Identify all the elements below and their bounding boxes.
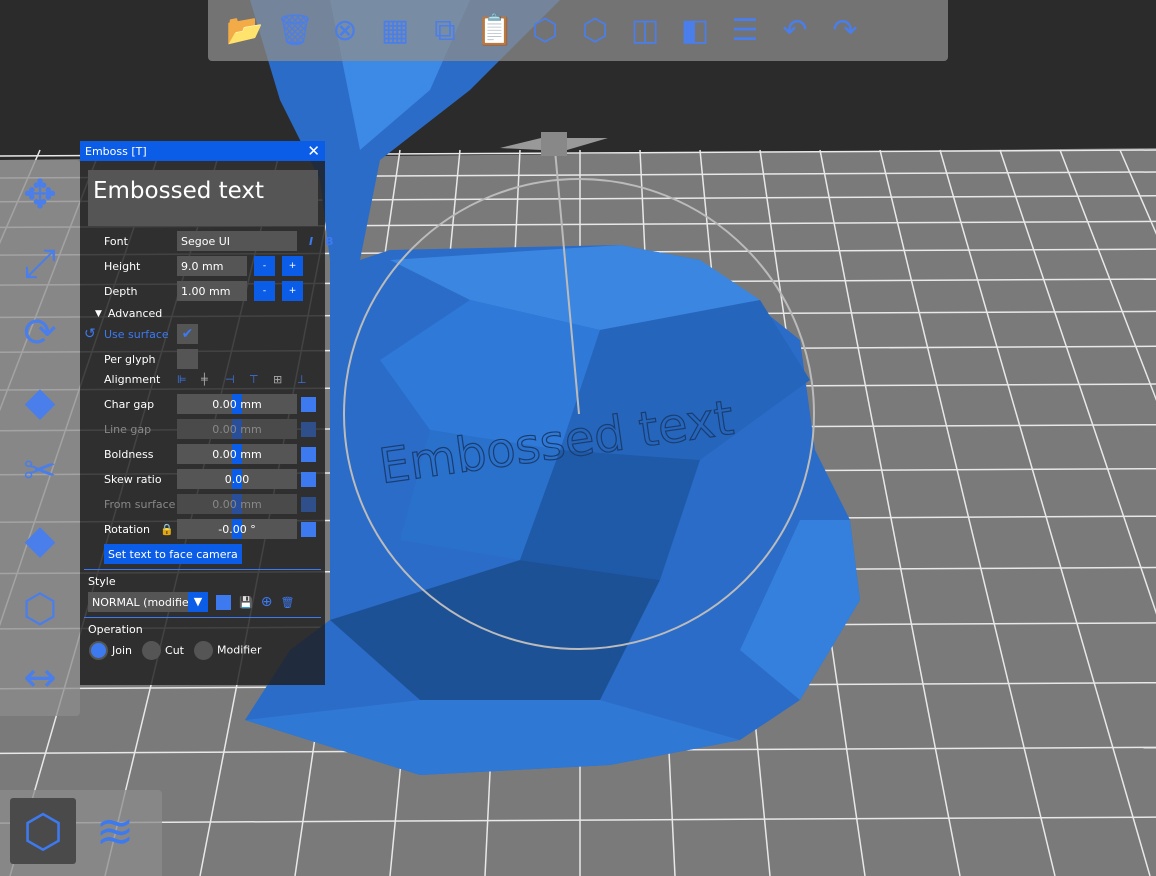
layers-editing-icon[interactable]: ☰ xyxy=(720,9,770,53)
use-surface-checkbox[interactable]: ✔ xyxy=(177,324,198,344)
edit-icon[interactable] xyxy=(301,396,316,412)
from-surface-value: 0.00 mm xyxy=(212,497,262,511)
paint-supports-icon[interactable]: ◆ xyxy=(0,505,80,574)
delete-icon[interactable]: 🗑 xyxy=(270,9,320,53)
height-plus-button[interactable]: + xyxy=(282,256,303,276)
paste-icon[interactable]: 📋 xyxy=(470,9,520,53)
preview-layers-icon[interactable]: ≋ xyxy=(82,798,148,864)
edit-icon xyxy=(301,421,316,437)
boldness-value: 0.00 mm xyxy=(212,447,262,461)
advanced-label: Advanced xyxy=(107,307,163,320)
rotation-slider[interactable]: -0.00 ° xyxy=(177,519,297,539)
rotation-value: -0.00 ° xyxy=(218,522,256,536)
align-top-icon[interactable]: ⊤ xyxy=(249,373,273,386)
add-instance-icon[interactable]: ⬡ xyxy=(520,9,570,53)
add-style-icon[interactable]: ⊕ xyxy=(261,594,273,610)
copy-icon[interactable]: ⧉ xyxy=(420,9,470,53)
align-middle-icon[interactable]: ⊞ xyxy=(273,373,297,386)
depth-input[interactable]: 1.00 mm xyxy=(177,281,247,301)
italic-icon[interactable]: I xyxy=(309,235,313,248)
operation-label: Operation xyxy=(88,623,143,636)
line-gap-slider: 0.00 mm xyxy=(177,419,297,439)
alignment-label: Alignment xyxy=(104,373,161,386)
edit-icon[interactable] xyxy=(301,521,316,537)
dropdown-arrow-icon[interactable]: ▼ xyxy=(188,592,208,612)
measure-icon[interactable]: ↔ xyxy=(0,643,80,712)
panel-title: Emboss [T] xyxy=(85,144,147,158)
height-label: Height xyxy=(104,259,141,273)
advanced-toggle[interactable]: ▼ Advanced xyxy=(95,307,162,320)
face-camera-button[interactable]: Set text to face camera xyxy=(104,544,242,564)
delete-all-icon[interactable]: ⊗ xyxy=(320,9,370,53)
top-toolbar: 📂 🗑 ⊗ ▦ ⧉ 📋 ⬡ ⬡ ◫ ◧ ☰ ↶ ↷ xyxy=(208,0,948,61)
operation-modifier[interactable]: Modifier xyxy=(193,641,261,660)
move-icon[interactable]: ✥ xyxy=(0,160,80,229)
align-left-icon[interactable]: ⊫ xyxy=(177,373,201,386)
from-surface-slider: 0.00 mm xyxy=(177,494,297,514)
skew-label: Skew ratio xyxy=(104,472,162,486)
line-gap-label: Line gap xyxy=(104,422,152,436)
skew-value: 0.00 xyxy=(224,472,250,486)
operation-join[interactable]: Join xyxy=(89,641,142,660)
lock-icon[interactable]: 🔒 xyxy=(160,523,177,536)
bunny-model[interactable] xyxy=(245,0,860,775)
char-gap-slider[interactable]: 0.00 mm xyxy=(177,394,297,414)
depth-label: Depth xyxy=(104,284,138,298)
align-right-icon[interactable]: ⊣ xyxy=(225,373,249,386)
style-label: Style xyxy=(88,575,116,588)
operation-cut[interactable]: Cut xyxy=(142,641,194,660)
align-center-icon[interactable]: ╪ xyxy=(201,373,225,386)
rotation-label: Rotation xyxy=(104,522,151,536)
split-parts-icon[interactable]: ◧ xyxy=(670,9,720,53)
open-folder-icon[interactable]: 📂 xyxy=(220,9,270,53)
char-gap-label: Char gap xyxy=(104,397,155,411)
text-input[interactable]: Embossed text xyxy=(88,170,318,226)
edit-icon[interactable] xyxy=(301,471,316,487)
boldness-slider[interactable]: 0.00 mm xyxy=(177,444,297,464)
boldness-label: Boldness xyxy=(104,447,154,461)
panel-title-bar: Emboss [T] ✕ xyxy=(80,141,325,161)
depth-minus-button[interactable]: - xyxy=(254,281,275,301)
height-input[interactable]: 9.0 mm xyxy=(177,256,247,276)
close-icon[interactable]: ✕ xyxy=(307,142,320,160)
height-minus-button[interactable]: - xyxy=(254,256,275,276)
delete-style-icon[interactable]: 🗑 xyxy=(280,596,294,609)
rename-style-icon[interactable] xyxy=(216,594,231,610)
skew-slider[interactable]: 0.00 xyxy=(177,469,297,489)
edit-icon xyxy=(301,496,316,512)
seam-icon[interactable]: ⬡ xyxy=(0,574,80,643)
bold-icon[interactable]: B xyxy=(325,235,333,248)
3d-view-icon[interactable]: ⬡ xyxy=(10,798,76,864)
save-style-icon[interactable]: 💾 xyxy=(239,596,253,609)
font-select[interactable]: Segoe UI xyxy=(177,231,297,251)
depth-plus-button[interactable]: + xyxy=(282,281,303,301)
from-surface-label: From surface xyxy=(104,497,176,511)
align-bottom-icon[interactable]: ⊥ xyxy=(297,373,321,386)
use-surface-label: Use surface xyxy=(104,327,169,341)
left-toolbar: ✥ ⤢ ⟳ ◆ ✂ ◆ ⬡ ↔ xyxy=(0,160,80,716)
line-gap-value: 0.00 mm xyxy=(212,422,262,436)
emboss-panel: Emboss [T] ✕ Embossed text Font Segoe UI… xyxy=(80,141,333,685)
redo-icon[interactable]: ↷ xyxy=(820,9,870,53)
undo-icon[interactable]: ↶ xyxy=(770,9,820,53)
rotate-icon[interactable]: ⟳ xyxy=(0,298,80,367)
view-toggle: ⬡ ≋ xyxy=(0,790,162,876)
remove-instance-icon[interactable]: ⬡ xyxy=(570,9,620,53)
char-gap-value: 0.00 mm xyxy=(212,397,262,411)
reset-icon[interactable]: ↺ xyxy=(84,326,104,342)
place-on-face-icon[interactable]: ◆ xyxy=(0,367,80,436)
scale-icon[interactable]: ⤢ xyxy=(0,229,80,298)
font-label: Font xyxy=(104,234,128,248)
triangle-down-icon: ▼ xyxy=(95,308,102,319)
cut-icon[interactable]: ✂ xyxy=(0,436,80,505)
edit-icon[interactable] xyxy=(301,446,316,462)
gizmo-handle[interactable] xyxy=(541,132,567,156)
arrange-icon[interactable]: ▦ xyxy=(370,9,420,53)
split-objects-icon[interactable]: ◫ xyxy=(620,9,670,53)
per-glyph-label: Per glyph xyxy=(104,352,156,366)
style-select[interactable]: NORMAL (modified) xyxy=(88,592,188,612)
per-glyph-checkbox[interactable] xyxy=(177,349,198,369)
